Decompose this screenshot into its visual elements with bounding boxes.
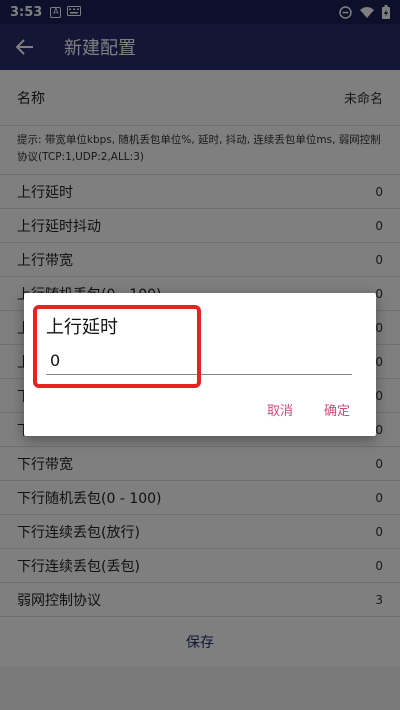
notification-a-icon: A	[50, 6, 62, 18]
battery-charging-icon	[382, 5, 390, 19]
edit-dialog: 上行延时 0 取消 确定	[24, 293, 376, 436]
do-not-disturb-icon	[339, 5, 352, 19]
arrow-left-icon	[16, 39, 33, 55]
page-title: 新建配置	[64, 38, 136, 59]
app-bar: 新建配置	[0, 24, 400, 70]
dialog-input[interactable]: 0	[46, 349, 352, 375]
keyboard-icon	[67, 5, 82, 20]
dialog-title: 上行延时	[46, 317, 118, 338]
confirm-button[interactable]: 确定	[324, 400, 350, 419]
status-time: 3:53	[10, 4, 43, 20]
back-button[interactable]	[0, 24, 50, 70]
cancel-button[interactable]: 取消	[267, 400, 293, 419]
status-bar: 3:53 A	[0, 0, 400, 24]
wifi-icon	[360, 6, 374, 18]
